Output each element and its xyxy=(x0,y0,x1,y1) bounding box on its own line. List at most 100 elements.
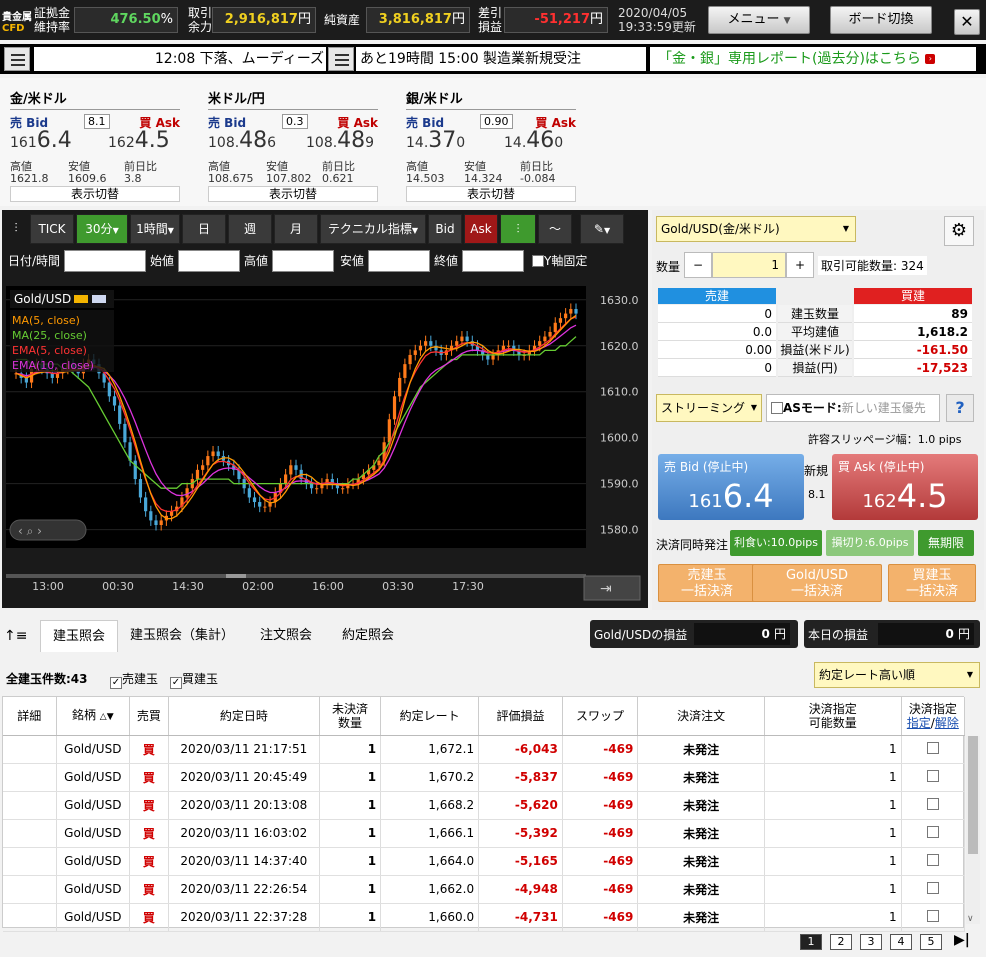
close-input[interactable] xyxy=(462,250,524,272)
table-row[interactable]: Gold/USD 買 2020/03/11 16:03:02 1 1,666.1… xyxy=(3,819,966,848)
interval-1h-button[interactable]: 1時間▼ xyxy=(130,214,180,244)
col-header-8: 決済注文 xyxy=(637,697,765,736)
board-switch-button[interactable]: ボード切換 xyxy=(830,6,932,34)
datetime-input[interactable] xyxy=(64,250,146,272)
quote-gold-usd[interactable]: 金/米ドル 売 Bid 8.1 買 Ask 1616.4 1624.5 高値 安… xyxy=(10,88,180,202)
quote-silver-usd[interactable]: 銀/米ドル 売 Bid 0.90 買 Ask 14.370 14.460 高値 … xyxy=(406,88,576,202)
swap-cell: -469 xyxy=(562,903,639,932)
technical-indicator-button[interactable]: テクニカル指標▼ xyxy=(320,214,426,244)
product-select[interactable]: Gold/USD(金/米ドル) ▼ xyxy=(656,216,856,242)
update-time: 2020/04/05 19:33:59更新 xyxy=(618,6,696,34)
sell-position-filter[interactable]: ✓ 売建玉 xyxy=(110,670,158,689)
last-page-icon[interactable]: ▶| xyxy=(954,932,970,948)
y-axis-fix-checkbox[interactable]: Y軸固定 xyxy=(532,252,587,269)
sell-bid-button[interactable]: 売 Bid (停止中) 1616.4 xyxy=(658,454,804,520)
stop-loss-button[interactable]: 損切り:6.0pips xyxy=(826,530,914,556)
table-row[interactable]: Gold/USD 買 2020/03/11 14:37:40 1 1,664.0… xyxy=(3,847,966,876)
chart-type-icon[interactable]: ⫶ xyxy=(4,214,28,244)
candle-body xyxy=(154,520,158,526)
settle-checkbox[interactable] xyxy=(901,875,966,904)
low-input[interactable] xyxy=(368,250,430,272)
page-1-button[interactable]: 1 xyxy=(800,934,822,950)
page-2-button[interactable]: 2 xyxy=(830,934,852,950)
bulk-settle-sell-button[interactable]: 売建玉 一括決済 xyxy=(658,564,756,602)
detail-cell[interactable] xyxy=(3,847,57,876)
rate-cell: 1,670.2 xyxy=(380,763,480,792)
economic-event[interactable]: あと19時間 15:00 製造業新規受注 xyxy=(356,47,646,71)
col-header-1[interactable]: 銘柄 △▼ xyxy=(56,697,131,736)
settle-checkbox[interactable] xyxy=(901,763,966,792)
streaming-select[interactable]: ストリーミング ▼ xyxy=(656,394,762,422)
buy-ask-button[interactable]: 買 Ask (停止中) 1624.5 xyxy=(832,454,978,520)
bid-button[interactable]: Bid xyxy=(428,214,462,244)
close-icon[interactable]: ✕ xyxy=(954,9,980,35)
quantity-minus-button[interactable]: − xyxy=(684,252,712,278)
display-toggle-button[interactable]: 表示切替 xyxy=(10,186,180,202)
detail-cell[interactable] xyxy=(3,791,57,820)
interval-30m-button[interactable]: 30分▼ xyxy=(76,214,128,244)
candle-body xyxy=(460,336,464,342)
high-input[interactable] xyxy=(272,250,334,272)
gear-icon[interactable]: ⚙ xyxy=(944,216,974,246)
page-5-button[interactable]: 5 xyxy=(920,934,942,950)
detail-cell[interactable] xyxy=(3,819,57,848)
specify-link[interactable]: 指定 xyxy=(907,716,931,730)
interval-day-button[interactable]: 日 xyxy=(182,214,226,244)
table-row[interactable]: Gold/USD 買 2020/03/11 20:45:49 1 1,670.2… xyxy=(3,763,966,792)
tick-button[interactable]: TICK xyxy=(30,214,74,244)
detail-cell[interactable] xyxy=(3,903,57,932)
display-toggle-button[interactable]: 表示切替 xyxy=(208,186,378,202)
news-list-icon[interactable] xyxy=(4,47,30,71)
interval-month-button[interactable]: 月 xyxy=(274,214,318,244)
page-4-button[interactable]: 4 xyxy=(890,934,912,950)
calendar-list-icon[interactable] xyxy=(328,47,354,71)
settle-checkbox[interactable] xyxy=(901,791,966,820)
candle-body xyxy=(429,341,433,346)
line-chart-icon[interactable]: 〜 xyxy=(538,214,572,244)
candle-body xyxy=(144,497,148,512)
detail-cell[interactable] xyxy=(3,735,57,764)
open-input[interactable] xyxy=(178,250,240,272)
help-icon[interactable]: ? xyxy=(946,394,974,422)
tab-executions[interactable]: 約定照会 xyxy=(328,620,408,652)
tab-positions-summary[interactable]: 建玉照会（集計） xyxy=(122,620,242,652)
report-link[interactable]: 「金・銀」専用レポート(過去分)はこちら › xyxy=(650,47,976,71)
draw-tool-icon[interactable]: ✎▼ xyxy=(580,214,624,244)
table-row[interactable]: Gold/USD 買 2020/03/11 20:13:08 1 1,668.2… xyxy=(3,791,966,820)
quantity-plus-button[interactable]: + xyxy=(786,252,814,278)
bulk-settle-product-button[interactable]: Gold/USD 一括決済 xyxy=(752,564,882,602)
sort-order-select[interactable]: 約定レート高い順 ▼ xyxy=(814,662,980,688)
table-row[interactable]: Gold/USD 買 2020/03/11 22:26:54 1 1,662.0… xyxy=(3,875,966,904)
table-row[interactable]: Gold/USD 買 2020/03/11 22:37:28 1 1,660.0… xyxy=(3,903,966,932)
cancel-link[interactable]: 解除 xyxy=(935,716,959,730)
settle-checkbox[interactable] xyxy=(901,847,966,876)
display-toggle-button[interactable]: 表示切替 xyxy=(406,186,576,202)
tab-positions[interactable]: 建玉照会 xyxy=(40,620,118,652)
bulk-settle-buy-button[interactable]: 買建玉 一括決済 xyxy=(888,564,976,602)
no-limit-button[interactable]: 無期限 xyxy=(918,530,974,556)
detail-cell[interactable] xyxy=(3,875,57,904)
settle-checkbox[interactable] xyxy=(901,735,966,764)
interval-week-button[interactable]: 週 xyxy=(228,214,272,244)
price-chart[interactable]: 1630.0 1620.0 1610.0 1600.0 1590.0 1580.0 Gold… xyxy=(2,278,648,608)
quantity-input[interactable]: 1 xyxy=(712,252,786,278)
spread-badge: 0.90 xyxy=(480,114,513,129)
ask-button[interactable]: Ask xyxy=(464,214,498,244)
x-tick-label: 16:00 xyxy=(312,580,344,593)
sort-icon[interactable]: ↑≡ xyxy=(4,628,27,644)
as-mode-checkbox[interactable]: ASモード:新しい建玉優先 xyxy=(766,394,940,422)
quote-usd-jpy[interactable]: 米ドル/円 売 Bid 0.3 買 Ask 108.486 108.489 高値… xyxy=(208,88,378,202)
take-profit-button[interactable]: 利食い:10.0pips xyxy=(730,530,822,556)
settle-checkbox[interactable] xyxy=(901,819,966,848)
settle-checkbox[interactable] xyxy=(901,903,966,932)
chart-panel: ⫶ TICK 30分▼ 1時間▼ 日 週 月 テクニカル指標▼ Bid Ask … xyxy=(2,210,648,608)
table-scrollbar[interactable]: ∨ xyxy=(966,736,980,924)
table-row[interactable]: Gold/USD 買 2020/03/11 21:17:51 1 1,672.1… xyxy=(3,735,966,764)
candlestick-icon[interactable]: ⫶ xyxy=(500,214,536,244)
page-3-button[interactable]: 3 xyxy=(860,934,882,950)
menu-button[interactable]: メニュー ▼ xyxy=(708,6,810,34)
news-headline[interactable]: 12:08 下落、ムーディーズ xyxy=(34,47,326,71)
tab-orders[interactable]: 注文照会 xyxy=(246,620,326,652)
detail-cell[interactable] xyxy=(3,763,57,792)
buy-position-filter[interactable]: ✓ 買建玉 xyxy=(170,670,218,689)
